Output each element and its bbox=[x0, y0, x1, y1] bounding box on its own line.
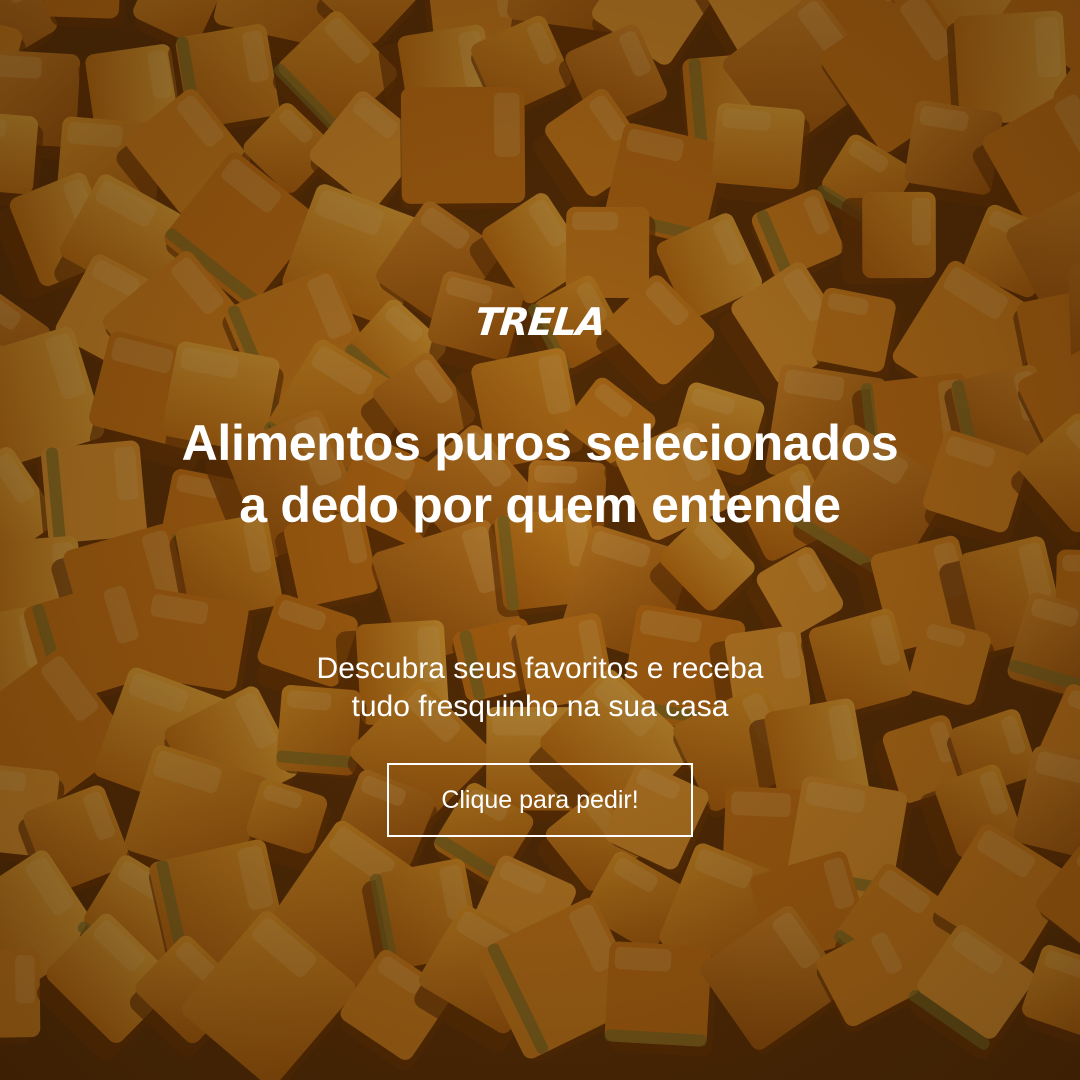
subtext-line-1: Descubra seus favoritos e receba bbox=[316, 652, 764, 685]
trela-logo[interactable]: TRELA bbox=[0, 296, 1080, 348]
hero-subtext: Descubra seus favoritos e receba tudo fr… bbox=[140, 650, 940, 726]
headline-line-1: Alimentos puros selecionados bbox=[181, 415, 899, 471]
subtext-line-2: tudo fresquinho na sua casa bbox=[351, 690, 729, 723]
hero-headline: Alimentos puros selecionados a dedo por … bbox=[90, 412, 990, 536]
headline-line-2: a dedo por quem entende bbox=[239, 477, 841, 533]
hero-content: TRELA Alimentos puros selecionados a ded… bbox=[0, 0, 1080, 1080]
order-cta-button[interactable]: Clique para pedir! bbox=[387, 763, 693, 837]
ad-banner: TRELA Alimentos puros selecionados a ded… bbox=[0, 0, 1080, 1080]
